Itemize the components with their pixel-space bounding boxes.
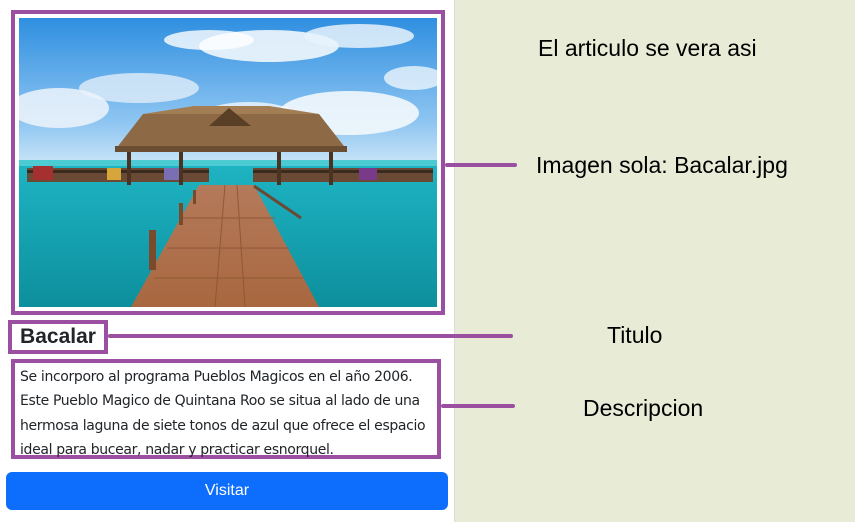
title-connector-line: [108, 334, 513, 338]
article-image: [19, 18, 437, 307]
image-connector-line: [445, 163, 517, 167]
description-connector-line: [441, 404, 515, 408]
visit-button[interactable]: Visitar: [6, 472, 448, 510]
annotation-description-label: Descripcion: [583, 395, 704, 421]
annotation-heading: El articulo se vera asi: [538, 35, 757, 61]
article-card: Bacalar Se incorporo al programa Pueblos…: [0, 0, 455, 522]
annotation-title-label: Titulo: [607, 322, 663, 348]
article-description: Se incorporo al programa Pueblos Magicos…: [11, 359, 441, 459]
article-title: Bacalar: [8, 320, 108, 354]
annotation-image-label: Imagen sola: Bacalar.jpg: [536, 152, 788, 178]
article-image-frame: [11, 10, 445, 315]
